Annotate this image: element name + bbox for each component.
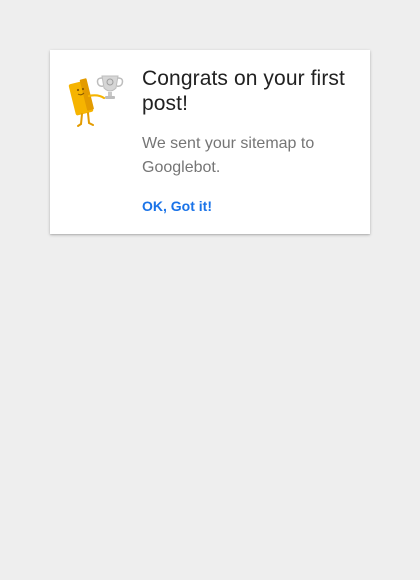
ok-got-it-button[interactable]: OK, Got it! bbox=[142, 197, 212, 215]
dialog-content: Congrats on your first post! We sent you… bbox=[142, 66, 352, 216]
congrats-dialog: Congrats on your first post! We sent you… bbox=[50, 50, 370, 234]
dialog-message: We sent your sitemap to Googlebot. bbox=[142, 135, 315, 176]
dialog-title: Congrats on your first post! bbox=[142, 67, 345, 115]
trophy-mascot-icon bbox=[68, 68, 126, 128]
